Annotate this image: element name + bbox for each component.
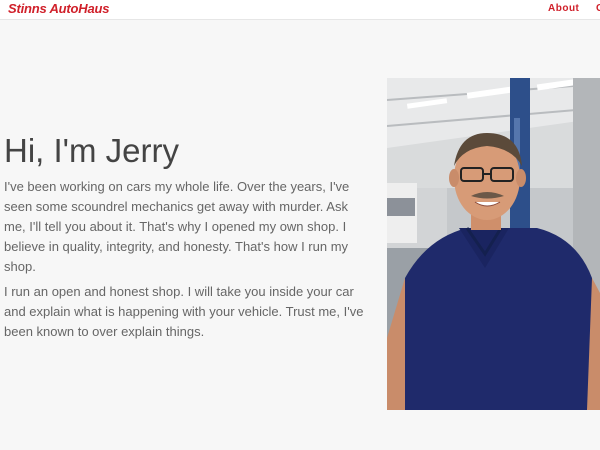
nav-link-about[interactable]: About xyxy=(548,3,579,14)
intro-paragraph: I've been working on cars my whole life.… xyxy=(4,179,350,274)
brand-logo-link[interactable]: Stinns AutoHaus xyxy=(8,1,109,16)
page-title: Hi, I'm Jerry xyxy=(4,132,179,169)
shop-paragraph: I run an open and honest shop. I will ta… xyxy=(4,284,364,339)
portrait-photo-illustration xyxy=(387,78,600,410)
nav-link-contact[interactable]: C xyxy=(596,3,600,14)
navbar: Stinns AutoHaus About C xyxy=(0,0,600,20)
owner-photo xyxy=(387,78,600,410)
